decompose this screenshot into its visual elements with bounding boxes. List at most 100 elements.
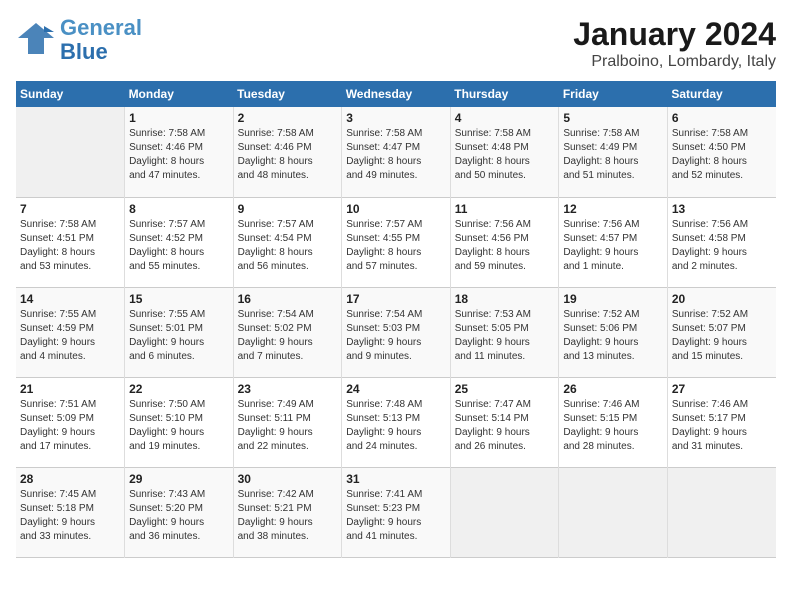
calendar-cell: 31 Sunrise: 7:41 AM Sunset: 5:23 PM Dayli… [342,467,451,557]
day-number: 15 [129,292,229,306]
weekday-header: Thursday [450,81,559,107]
calendar-cell: 14 Sunrise: 7:55 AM Sunset: 4:59 PM Dayli… [16,287,125,377]
calendar-cell [16,107,125,197]
day-number: 13 [672,202,772,216]
calendar-cell: 1 Sunrise: 7:58 AM Sunset: 4:46 PM Daylig… [125,107,234,197]
day-info: Sunrise: 7:57 AM Sunset: 4:55 PM Dayligh… [346,218,446,274]
day-number: 31 [346,472,446,486]
calendar-week-row: 1 Sunrise: 7:58 AM Sunset: 4:46 PM Daylig… [16,107,776,197]
day-number: 19 [563,292,663,306]
day-info: Sunrise: 7:57 AM Sunset: 4:52 PM Dayligh… [129,218,229,274]
day-number: 27 [672,382,772,396]
day-info: Sunrise: 7:47 AM Sunset: 5:14 PM Dayligh… [455,398,555,454]
day-info: Sunrise: 7:50 AM Sunset: 5:10 PM Dayligh… [129,398,229,454]
calendar-cell: 18 Sunrise: 7:53 AM Sunset: 5:05 PM Dayli… [450,287,559,377]
day-number: 4 [455,111,555,125]
calendar-cell: 2 Sunrise: 7:58 AM Sunset: 4:46 PM Daylig… [233,107,342,197]
day-number: 11 [455,202,555,216]
calendar-cell: 22 Sunrise: 7:50 AM Sunset: 5:10 PM Dayli… [125,377,234,467]
day-info: Sunrise: 7:56 AM Sunset: 4:58 PM Dayligh… [672,218,772,274]
calendar-week-row: 21Sunrise: 7:51 AM Sunset: 5:09 PM Dayli… [16,377,776,467]
day-info: Sunrise: 7:58 AM Sunset: 4:50 PM Dayligh… [672,127,772,183]
day-info: Sunrise: 7:46 AM Sunset: 5:15 PM Dayligh… [563,398,663,454]
calendar-cell [667,467,776,557]
weekday-header: Saturday [667,81,776,107]
day-info: Sunrise: 7:54 AM Sunset: 5:03 PM Dayligh… [346,308,446,364]
calendar-cell: 17 Sunrise: 7:54 AM Sunset: 5:03 PM Dayli… [342,287,451,377]
day-info: Sunrise: 7:56 AM Sunset: 4:56 PM Dayligh… [455,218,555,274]
calendar-cell: 28Sunrise: 7:45 AM Sunset: 5:18 PM Dayli… [16,467,125,557]
day-number: 14 [20,292,120,306]
logo: General Blue [16,16,142,64]
day-info: Sunrise: 7:58 AM Sunset: 4:49 PM Dayligh… [563,127,663,183]
day-info: Sunrise: 7:55 AM Sunset: 5:01 PM Dayligh… [129,308,229,364]
day-number: 9 [238,202,338,216]
day-info: Sunrise: 7:45 AM Sunset: 5:18 PM Dayligh… [20,488,120,544]
day-info: Sunrise: 7:49 AM Sunset: 5:11 PM Dayligh… [238,398,338,454]
day-info: Sunrise: 7:58 AM Sunset: 4:46 PM Dayligh… [129,127,229,183]
calendar-cell: 20 Sunrise: 7:52 AM Sunset: 5:07 PM Dayli… [667,287,776,377]
day-number: 23 [238,382,338,396]
month-title: January 2024 [573,16,776,53]
calendar-cell: 4 Sunrise: 7:58 AM Sunset: 4:48 PM Daylig… [450,107,559,197]
calendar-cell: 25Sunrise: 7:47 AM Sunset: 5:14 PM Dayli… [450,377,559,467]
day-info: Sunrise: 7:46 AM Sunset: 5:17 PM Dayligh… [672,398,772,454]
calendar-cell: 8 Sunrise: 7:57 AM Sunset: 4:52 PM Daylig… [125,197,234,287]
calendar-cell: 26 Sunrise: 7:46 AM Sunset: 5:15 PM Dayli… [559,377,668,467]
day-number: 1 [129,111,229,125]
calendar-cell: 15 Sunrise: 7:55 AM Sunset: 5:01 PM Dayli… [125,287,234,377]
weekday-header: Friday [559,81,668,107]
day-info: Sunrise: 7:56 AM Sunset: 4:57 PM Dayligh… [563,218,663,274]
day-number: 7 [20,202,120,216]
calendar-cell: 21Sunrise: 7:51 AM Sunset: 5:09 PM Dayli… [16,377,125,467]
calendar-week-row: 7Sunrise: 7:58 AM Sunset: 4:51 PM Daylig… [16,197,776,287]
day-number: 18 [455,292,555,306]
calendar-cell: 3Sunrise: 7:58 AM Sunset: 4:47 PM Daylig… [342,107,451,197]
day-number: 30 [238,472,338,486]
day-number: 17 [346,292,446,306]
calendar-cell: 16 Sunrise: 7:54 AM Sunset: 5:02 PM Dayli… [233,287,342,377]
day-number: 21 [20,382,120,396]
calendar-cell: 24 Sunrise: 7:48 AM Sunset: 5:13 PM Dayli… [342,377,451,467]
day-info: Sunrise: 7:48 AM Sunset: 5:13 PM Dayligh… [346,398,446,454]
calendar-week-row: 28Sunrise: 7:45 AM Sunset: 5:18 PM Dayli… [16,467,776,557]
day-info: Sunrise: 7:58 AM Sunset: 4:47 PM Dayligh… [346,127,446,183]
day-number: 22 [129,382,229,396]
day-number: 16 [238,292,338,306]
title-block: January 2024 Pralboino, Lombardy, Italy [573,16,776,71]
day-info: Sunrise: 7:43 AM Sunset: 5:20 PM Dayligh… [129,488,229,544]
day-number: 10 [346,202,446,216]
page-header: General Blue January 2024 Pralboino, Lom… [16,16,776,71]
calendar-cell: 7Sunrise: 7:58 AM Sunset: 4:51 PM Daylig… [16,197,125,287]
calendar-cell: 29Sunrise: 7:43 AM Sunset: 5:20 PM Dayli… [125,467,234,557]
calendar-cell: 9Sunrise: 7:57 AM Sunset: 4:54 PM Daylig… [233,197,342,287]
calendar-cell: 30 Sunrise: 7:42 AM Sunset: 5:21 PM Dayli… [233,467,342,557]
day-number: 26 [563,382,663,396]
day-number: 24 [346,382,446,396]
day-info: Sunrise: 7:41 AM Sunset: 5:23 PM Dayligh… [346,488,446,544]
day-number: 2 [238,111,338,125]
day-info: Sunrise: 7:55 AM Sunset: 4:59 PM Dayligh… [20,308,120,364]
calendar-cell: 11 Sunrise: 7:56 AM Sunset: 4:56 PM Dayli… [450,197,559,287]
day-info: Sunrise: 7:42 AM Sunset: 5:21 PM Dayligh… [238,488,338,544]
day-number: 20 [672,292,772,306]
calendar-cell: 5 Sunrise: 7:58 AM Sunset: 4:49 PM Daylig… [559,107,668,197]
day-info: Sunrise: 7:52 AM Sunset: 5:07 PM Dayligh… [672,308,772,364]
calendar-cell [559,467,668,557]
weekday-header: Sunday [16,81,125,107]
calendar-cell: 27 Sunrise: 7:46 AM Sunset: 5:17 PM Dayli… [667,377,776,467]
calendar-header: SundayMondayTuesdayWednesdayThursdayFrid… [16,81,776,107]
day-number: 5 [563,111,663,125]
day-info: Sunrise: 7:54 AM Sunset: 5:02 PM Dayligh… [238,308,338,364]
logo-icon [16,18,56,58]
day-info: Sunrise: 7:53 AM Sunset: 5:05 PM Dayligh… [455,308,555,364]
day-number: 6 [672,111,772,125]
day-info: Sunrise: 7:58 AM Sunset: 4:48 PM Dayligh… [455,127,555,183]
calendar-cell: 23 Sunrise: 7:49 AM Sunset: 5:11 PM Dayli… [233,377,342,467]
day-info: Sunrise: 7:58 AM Sunset: 4:46 PM Dayligh… [238,127,338,183]
calendar-week-row: 14 Sunrise: 7:55 AM Sunset: 4:59 PM Dayli… [16,287,776,377]
calendar-cell: 10 Sunrise: 7:57 AM Sunset: 4:55 PM Dayli… [342,197,451,287]
weekday-header: Wednesday [342,81,451,107]
day-number: 8 [129,202,229,216]
calendar-cell: 19Sunrise: 7:52 AM Sunset: 5:06 PM Dayli… [559,287,668,377]
